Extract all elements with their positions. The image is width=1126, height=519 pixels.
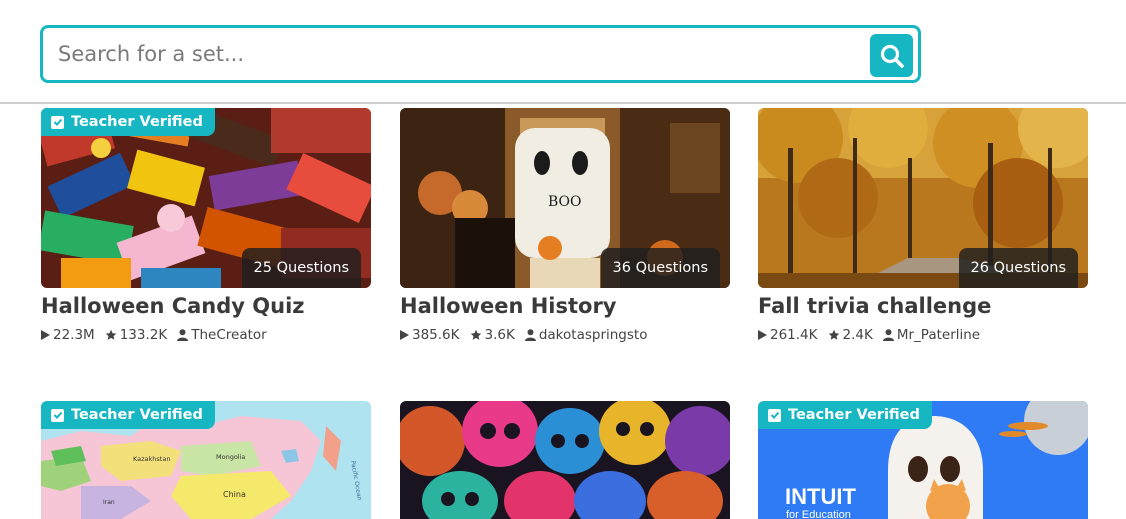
svg-text:BOO: BOO xyxy=(548,194,582,210)
set-card[interactable]: Kazakhstan Mongolia China Iran Pacific O… xyxy=(41,401,371,519)
star-icon xyxy=(828,329,839,340)
play-icon xyxy=(41,330,50,340)
favorites-count: 2.4K xyxy=(842,327,873,343)
set-stats: 261.4K 2.4K Mr_Paterline xyxy=(758,327,990,343)
map-label: Iran xyxy=(103,499,115,506)
teacher-verified-badge: Teacher Verified xyxy=(41,108,215,136)
play-icon xyxy=(758,330,767,340)
set-card[interactable] xyxy=(400,401,730,519)
question-count: 36 Questions xyxy=(600,248,720,288)
favorites-count: 3.6K xyxy=(484,327,515,343)
set-title[interactable]: Halloween History xyxy=(400,294,617,318)
colorful-sugar-skulls-photo xyxy=(400,401,730,519)
intuit-logo: INTUIT xyxy=(785,484,856,509)
set-stats: 22.3M 133.2K TheCreator xyxy=(41,327,277,343)
question-count: 25 Questions xyxy=(241,248,361,288)
map-label: Mongolia xyxy=(216,453,245,461)
set-card[interactable]: Teacher Verified 25 Questions Halloween … xyxy=(41,108,371,358)
user-icon xyxy=(177,329,189,341)
set-title[interactable]: Fall trivia challenge xyxy=(758,294,991,318)
user-icon xyxy=(882,329,894,341)
set-stats: 385.6K 3.6K dakotaspringsto xyxy=(400,327,657,343)
set-card[interactable]: 26 Questions Fall trivia challenge 261.4… xyxy=(758,108,1088,358)
author-name[interactable]: Mr_Paterline xyxy=(897,327,980,343)
favorites-count: 133.2K xyxy=(119,327,168,343)
plays-count: 22.3M xyxy=(53,327,95,343)
user-icon xyxy=(524,329,536,341)
question-count: 26 Questions xyxy=(958,248,1078,288)
search-button[interactable] xyxy=(870,34,913,77)
map-label: Kazakhstan xyxy=(133,455,170,463)
play-icon xyxy=(400,330,409,340)
set-thumbnail[interactable] xyxy=(400,401,730,519)
checkbox-icon xyxy=(51,408,64,422)
badge-label: Teacher Verified xyxy=(788,407,920,423)
teacher-verified-badge: Teacher Verified xyxy=(758,401,932,429)
search-icon xyxy=(880,44,904,68)
search-bar xyxy=(40,25,921,83)
plays-count: 385.6K xyxy=(412,327,460,343)
author-name[interactable]: dakotaspringsto xyxy=(539,327,648,343)
badge-label: Teacher Verified xyxy=(71,114,203,130)
intuit-logo-subtitle: for Education xyxy=(786,509,851,519)
checkbox-icon xyxy=(51,115,64,129)
set-card[interactable]: INTUIT for Education Teacher Verified xyxy=(758,401,1088,519)
badge-label: Teacher Verified xyxy=(71,407,203,423)
search-input[interactable] xyxy=(58,34,848,74)
map-label: China xyxy=(223,490,246,499)
set-card[interactable]: BOO 36 Questions Halloween History 385.6… xyxy=(400,108,730,358)
star-icon xyxy=(470,329,481,340)
teacher-verified-badge: Teacher Verified xyxy=(41,401,215,429)
author-name[interactable]: TheCreator xyxy=(191,327,266,343)
checkbox-icon xyxy=(768,408,781,422)
set-title[interactable]: Halloween Candy Quiz xyxy=(41,294,305,318)
header xyxy=(0,0,1126,104)
star-icon xyxy=(105,329,116,340)
plays-count: 261.4K xyxy=(770,327,818,343)
